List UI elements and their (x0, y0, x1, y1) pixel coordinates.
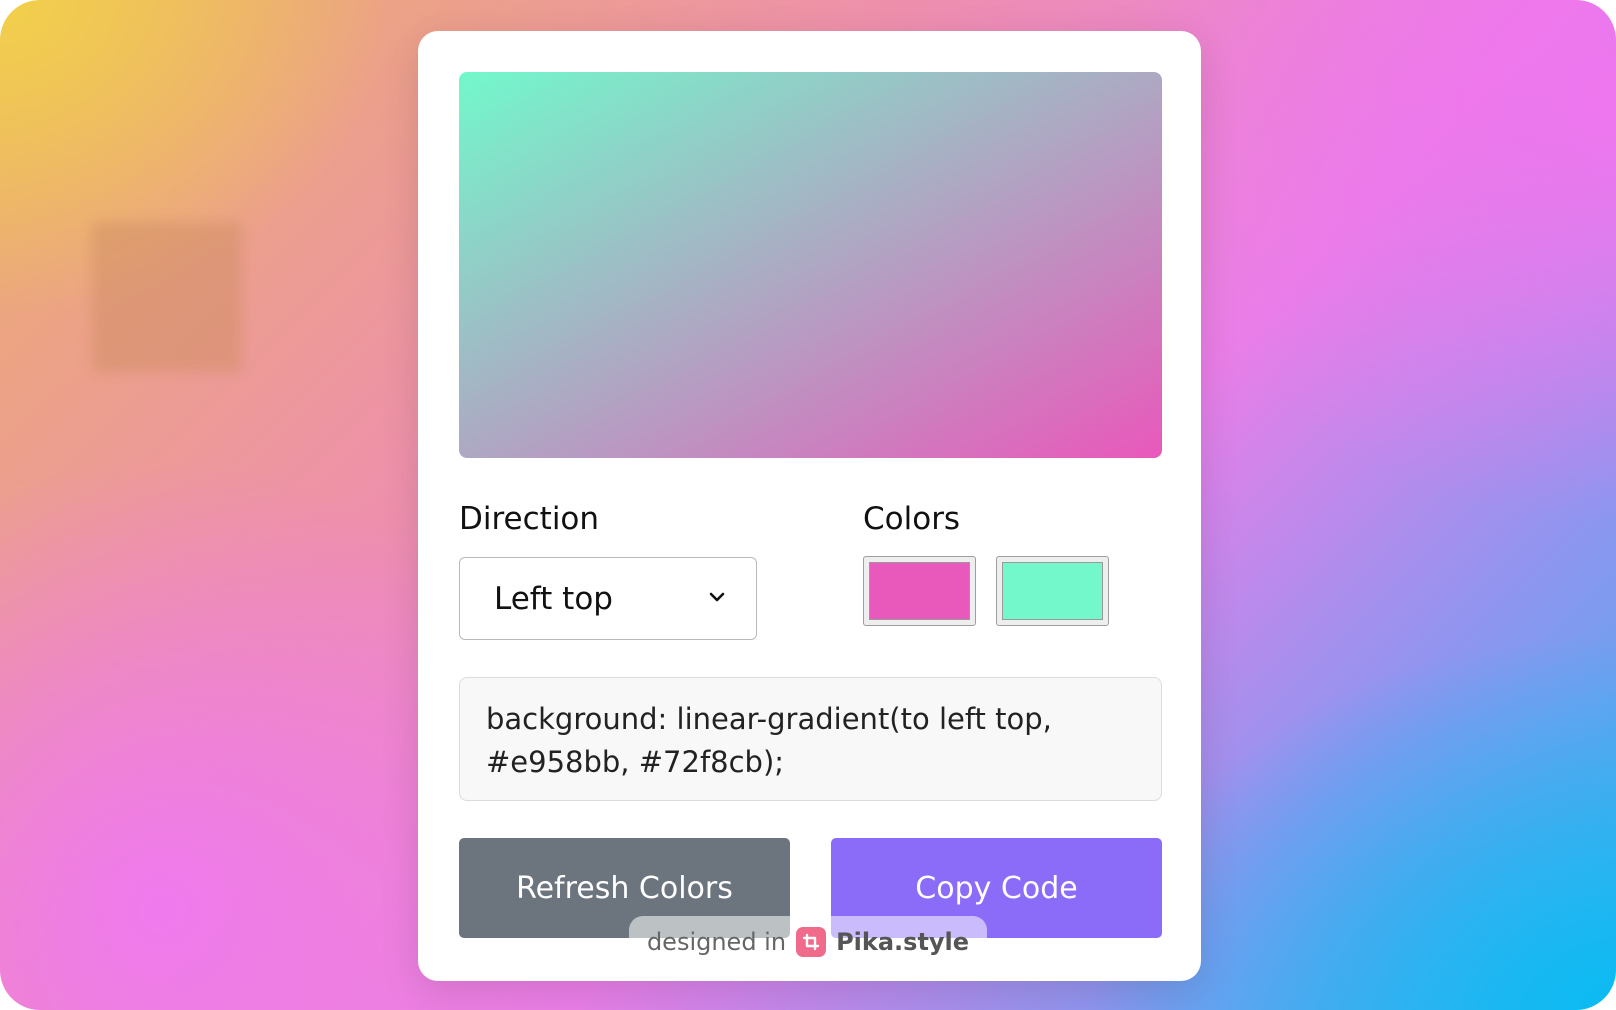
blurred-decoration (92, 222, 242, 372)
css-code-line-2: #e958bb, #72f8cb); (486, 745, 785, 779)
chevron-down-icon (709, 592, 725, 602)
direction-select-value: Left top (494, 580, 613, 617)
pika-watermark[interactable]: designed in Pika.style (629, 916, 987, 968)
color-picker-1[interactable] (863, 556, 976, 626)
css-code-line-1: background: linear-gradient(to left top, (486, 702, 1052, 736)
color-picker-2[interactable] (996, 556, 1109, 626)
gradient-preview (459, 72, 1162, 458)
desktop-background: Direction Colors Left top background: li… (0, 0, 1616, 1010)
watermark-brand: Pika.style (836, 928, 970, 956)
color-swatch-1 (869, 562, 970, 620)
watermark-prefix: designed in (646, 928, 787, 956)
direction-label: Direction (459, 501, 600, 537)
colors-label: Colors (863, 501, 961, 537)
direction-select[interactable]: Left top (459, 557, 757, 640)
css-code-box[interactable]: background: linear-gradient(to left top,… (459, 677, 1162, 801)
pika-logo-icon (796, 927, 827, 957)
color-swatch-2 (1002, 562, 1103, 620)
gradient-generator-card: Direction Colors Left top background: li… (418, 31, 1201, 981)
